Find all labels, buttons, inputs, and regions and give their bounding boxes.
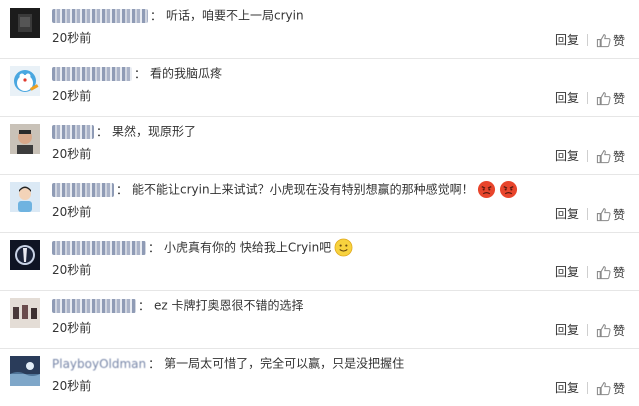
colon: ： bbox=[150, 8, 163, 23]
avatar[interactable] bbox=[10, 8, 40, 38]
comment-text: 果然，现原形了 bbox=[112, 124, 197, 139]
comment-line: ：听话，咱要不上一局cryin bbox=[52, 6, 304, 24]
like-button[interactable]: 赞 bbox=[596, 88, 625, 107]
comment-item: ： ez 卡牌打奥恩很不错的选择 20秒前 回复 赞 bbox=[0, 290, 639, 349]
timestamp: 20秒前 bbox=[52, 379, 92, 393]
timestamp: 20秒前 bbox=[52, 321, 92, 335]
avatar[interactable] bbox=[10, 182, 40, 212]
divider bbox=[586, 207, 588, 220]
like-label: 赞 bbox=[612, 208, 625, 222]
comment-item: ：小虎真有你的 快给我上Cryin吧 20秒前 回复 赞 bbox=[0, 232, 639, 291]
comment-line: ： ez 卡牌打奥恩很不错的选择 bbox=[52, 296, 304, 314]
thumbs-up-icon bbox=[596, 92, 611, 106]
thumbs-up-icon bbox=[596, 34, 611, 48]
reply-button[interactable]: 回复 bbox=[555, 263, 579, 280]
comment-actions: 回复 赞 bbox=[555, 377, 625, 397]
like-button[interactable]: 赞 bbox=[596, 146, 625, 165]
reply-button[interactable]: 回复 bbox=[555, 321, 579, 338]
comment-text: 听话，咱要不上一局cryin bbox=[166, 8, 304, 23]
like-button[interactable]: 赞 bbox=[596, 30, 625, 49]
comment-actions: 回复 赞 bbox=[555, 261, 625, 281]
username-blurred[interactable] bbox=[52, 124, 94, 139]
comment-line: ：能不能让cryin上来试试？小虎现在没有特别想赢的那种感觉啊！ bbox=[52, 180, 518, 199]
comment-text: 第一局太可惜了，完全可以赢，只是没把握住 bbox=[164, 356, 405, 371]
comment-item: ：看的我脑瓜疼 20秒前 回复 赞 bbox=[0, 58, 639, 117]
divider bbox=[586, 323, 588, 336]
comment-line: ：小虎真有你的 快给我上Cryin吧 bbox=[52, 238, 353, 257]
thumbs-up-icon bbox=[596, 150, 611, 164]
reply-button[interactable]: 回复 bbox=[555, 31, 579, 48]
smile-emoji-icon bbox=[334, 238, 353, 257]
comment-line: PlayboyOldman：第一局太可惜了，完全可以赢，只是没把握住 bbox=[52, 354, 404, 372]
comment-text: 看的我脑瓜疼 bbox=[150, 66, 223, 81]
avatar[interactable] bbox=[10, 356, 40, 386]
comment-text: 能不能让cryin上来试试？小虎现在没有特别想赢的那种感觉啊！ bbox=[132, 182, 474, 197]
thumbs-up-icon bbox=[596, 382, 611, 396]
like-button[interactable]: 赞 bbox=[596, 320, 625, 339]
comment-line: ：果然，现原形了 bbox=[52, 122, 196, 140]
username-blurred[interactable] bbox=[52, 8, 148, 23]
reply-button[interactable]: 回复 bbox=[555, 89, 579, 106]
reply-button[interactable]: 回复 bbox=[555, 147, 579, 164]
colon: ： bbox=[138, 298, 151, 313]
divider bbox=[586, 149, 588, 162]
thumbs-up-icon bbox=[596, 324, 611, 338]
thumbs-up-icon bbox=[596, 266, 611, 280]
divider bbox=[586, 381, 588, 394]
like-button[interactable]: 赞 bbox=[596, 204, 625, 223]
like-label: 赞 bbox=[612, 34, 625, 48]
avatar[interactable] bbox=[10, 298, 40, 328]
reply-button[interactable]: 回复 bbox=[555, 205, 579, 222]
timestamp: 20秒前 bbox=[52, 31, 92, 45]
colon: ： bbox=[96, 124, 109, 139]
comment-actions: 回复 赞 bbox=[555, 29, 625, 49]
comment-feed: ：听话，咱要不上一局cryin 20秒前 回复赞 ：看的我脑瓜疼 20秒前 回复… bbox=[0, 0, 639, 402]
like-label: 赞 bbox=[612, 324, 625, 338]
comment-item: ：果然，现原形了 20秒前 回复 赞 bbox=[0, 116, 639, 175]
colon: ： bbox=[116, 182, 129, 197]
angry-emoji-icon bbox=[477, 180, 496, 199]
divider bbox=[586, 91, 588, 104]
comment-item: ：听话，咱要不上一局cryin 20秒前 回复 赞 bbox=[0, 0, 639, 59]
like-button[interactable]: 赞 bbox=[596, 378, 625, 397]
colon: ： bbox=[148, 356, 161, 371]
avatar[interactable] bbox=[10, 124, 40, 154]
reply-button[interactable]: 回复 bbox=[555, 379, 579, 396]
comment-actions: 回复 赞 bbox=[555, 319, 625, 339]
timestamp: 20秒前 bbox=[52, 205, 92, 219]
comment-actions: 回复 赞 bbox=[555, 87, 625, 107]
comment-item: PlayboyOldman：第一局太可惜了，完全可以赢，只是没把握住 20秒前 … bbox=[0, 348, 639, 406]
username-blurred[interactable] bbox=[52, 298, 136, 313]
like-label: 赞 bbox=[612, 382, 625, 396]
timestamp: 20秒前 bbox=[52, 89, 92, 103]
username-blurred[interactable] bbox=[52, 66, 132, 81]
like-button[interactable]: 赞 bbox=[596, 262, 625, 281]
comment-actions: 回复 赞 bbox=[555, 203, 625, 223]
username-blurred[interactable] bbox=[52, 240, 146, 255]
avatar[interactable] bbox=[10, 240, 40, 270]
timestamp: 20秒前 bbox=[52, 147, 92, 161]
comment-text: 小虎真有你的 快给我上Cryin吧 bbox=[164, 240, 332, 255]
comment-item: ：能不能让cryin上来试试？小虎现在没有特别想赢的那种感觉啊！ 20秒前 回复… bbox=[0, 174, 639, 233]
divider bbox=[586, 265, 588, 278]
timestamp: 20秒前 bbox=[52, 263, 92, 277]
colon: ： bbox=[134, 66, 147, 81]
comment-line: ：看的我脑瓜疼 bbox=[52, 64, 222, 82]
like-label: 赞 bbox=[612, 92, 625, 106]
colon: ： bbox=[148, 240, 161, 255]
thumbs-up-icon bbox=[596, 208, 611, 222]
username[interactable]: PlayboyOldman bbox=[52, 355, 146, 373]
divider bbox=[586, 33, 588, 46]
comment-actions: 回复 赞 bbox=[555, 145, 625, 165]
comment-text: ez 卡牌打奥恩很不错的选择 bbox=[154, 298, 304, 313]
like-label: 赞 bbox=[612, 150, 625, 164]
username-blurred[interactable] bbox=[52, 182, 114, 197]
angry-emoji-icon bbox=[499, 180, 518, 199]
avatar[interactable] bbox=[10, 66, 40, 96]
like-label: 赞 bbox=[612, 266, 625, 280]
